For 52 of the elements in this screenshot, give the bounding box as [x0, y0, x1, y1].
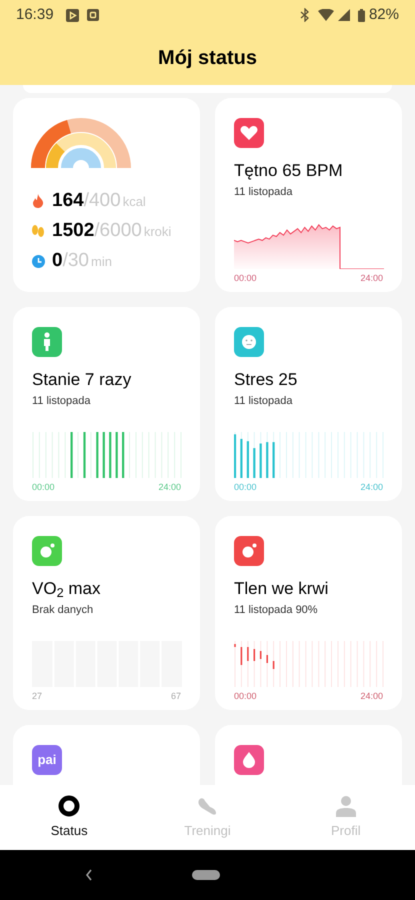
- bluetooth-icon: [300, 8, 310, 22]
- stat-value: 0: [52, 248, 63, 273]
- card-subtitle: 11 listopada 90%: [234, 603, 319, 618]
- bubble-icon: [32, 536, 62, 566]
- axis-label: 27: [32, 690, 42, 702]
- metric-card[interactable]: Stres 25 11 listopada 00:00 24:00: [215, 307, 402, 501]
- back-icon[interactable]: [85, 869, 93, 881]
- ring-icon: [58, 794, 80, 817]
- face-icon: [234, 327, 264, 357]
- battery-level: 82%: [368, 4, 399, 25]
- axis-label: 24:00: [158, 480, 181, 494]
- drop-icon: [234, 745, 264, 775]
- card-title: Stres 25: [234, 369, 298, 391]
- flame-icon: [32, 194, 44, 208]
- metric-card[interactable]: VO$_{2}$ max Brak danych 27 67: [13, 516, 200, 710]
- axis-label: 24:00: [360, 690, 383, 702]
- card-subtitle: 11 listopada: [234, 185, 294, 200]
- axis-label: 00:00: [234, 480, 257, 494]
- metric-card[interactable]: Stanie 7 razy 11 listopada 00:00 24:00: [13, 307, 200, 501]
- card-subtitle: 11 listopada: [32, 394, 92, 409]
- axis-label: 00:00: [32, 480, 55, 494]
- axis-label: 67: [170, 690, 181, 702]
- nav-tab[interactable]: Status: [0, 785, 138, 850]
- home-button[interactable]: [192, 870, 220, 880]
- axis-label: 24:00: [360, 480, 383, 494]
- bubble-icon: [234, 536, 264, 566]
- battery-icon: [358, 8, 365, 22]
- person-icon: [334, 794, 357, 817]
- square-icon: [86, 9, 99, 21]
- stat-value: 1502: [52, 218, 94, 243]
- page-title: Mój status: [158, 46, 257, 70]
- card-title: Stanie 7 razy: [32, 369, 132, 391]
- status-time: 16:39: [16, 4, 54, 25]
- card-title: Tętno 65 BPM: [234, 160, 344, 182]
- stat-value: 164: [52, 188, 84, 213]
- axis-label: 00:00: [234, 690, 257, 702]
- footprints-icon: [31, 224, 45, 238]
- play-icon: [66, 8, 79, 22]
- metric-card[interactable]: Tętno 65 BPM 11 listopada 00:00 24:00: [215, 98, 402, 292]
- card-subtitle: Brak danych: [32, 603, 94, 618]
- metric-card[interactable]: Tlen we krwi 11 listopada 90% 00:00 24:00: [215, 516, 402, 710]
- clock-icon: [32, 254, 44, 268]
- signal-icon: [338, 9, 350, 21]
- axis-label: 24:00: [360, 272, 383, 284]
- metric-card[interactable]: pai: [13, 725, 200, 785]
- card-subtitle: 11 listopada: [234, 394, 294, 409]
- wifi-icon: [318, 9, 334, 21]
- card-title: VO$_{2}$ max: [32, 578, 102, 600]
- person-icon: [32, 327, 62, 357]
- app-icon: pai: [32, 745, 62, 775]
- card-title: Tlen we krwi: [234, 578, 330, 600]
- axis-label: 00:00: [234, 272, 257, 284]
